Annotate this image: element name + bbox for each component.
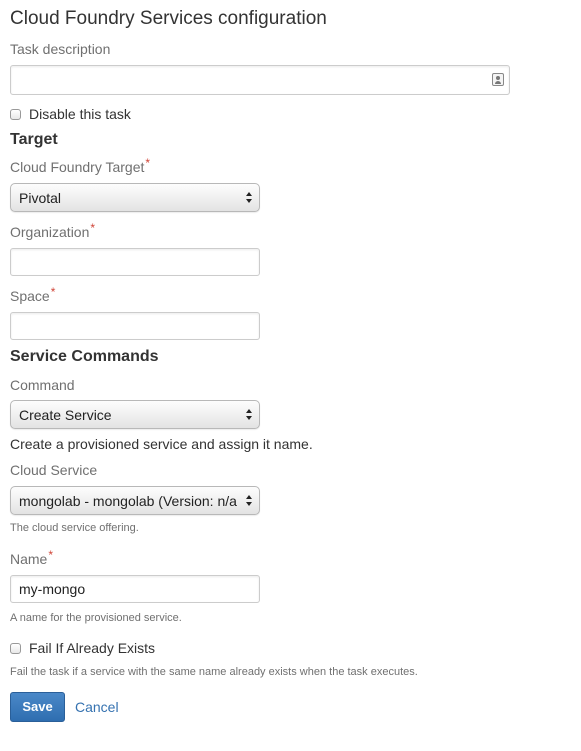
page-title: Cloud Foundry Services configuration [10,8,327,29]
required-marker: * [145,156,151,170]
fail-if-exists-row[interactable]: Fail If Already Exists [10,639,155,657]
space-label: Space* [10,285,56,304]
required-marker: * [90,221,96,235]
target-heading: Target [10,131,58,148]
name-label-text: Name [10,551,48,567]
organization-label-text: Organization [10,224,90,240]
name-input[interactable] [10,575,260,603]
name-help: A name for the provisioned service. [10,612,182,624]
cloud-service-select[interactable]: mongolab - mongolab (Version: n/a) [10,486,260,515]
disable-task-checkbox[interactable] [10,108,21,120]
cf-target-label: Cloud Foundry Target* [10,156,151,175]
cf-target-label-text: Cloud Foundry Target [10,159,145,175]
command-selected-value: Create Service [19,407,112,423]
cf-target-select[interactable]: Pivotal [10,183,260,212]
disable-task-label: Disable this task [29,106,131,122]
cf-target-selected-value: Pivotal [19,190,62,206]
task-description-input[interactable] [10,65,510,95]
disable-task-row[interactable]: Disable this task [10,105,131,123]
fail-if-exists-label: Fail If Already Exists [29,640,156,656]
select-updown-icon [241,487,259,514]
name-label: Name* [10,548,54,567]
command-label: Command [10,377,75,393]
select-updown-icon [241,184,259,211]
command-select[interactable]: Create Service [10,400,260,429]
required-marker: * [48,548,54,562]
organization-label: Organization* [10,221,96,240]
save-button[interactable]: Save [10,692,65,722]
organization-input[interactable] [10,248,260,276]
select-updown-icon [241,401,259,428]
space-input[interactable] [10,312,260,340]
command-description: Create a provisioned service and assign … [10,436,313,452]
required-marker: * [50,285,56,299]
contact-card-icon[interactable] [492,73,504,86]
service-commands-heading: Service Commands [10,348,159,365]
fail-if-exists-help: Fail the task if a service with the same… [10,666,418,678]
cloud-service-label: Cloud Service [10,462,98,478]
cancel-link[interactable]: Cancel [75,699,119,715]
cloud-service-help: The cloud service offering. [10,522,139,534]
task-description-field-wrapper [10,65,510,95]
fail-if-exists-checkbox[interactable] [10,642,21,654]
cloud-service-selected-value: mongolab - mongolab (Version: n/a) [19,493,237,509]
space-label-text: Space [10,288,50,304]
task-description-label: Task description [10,41,111,57]
